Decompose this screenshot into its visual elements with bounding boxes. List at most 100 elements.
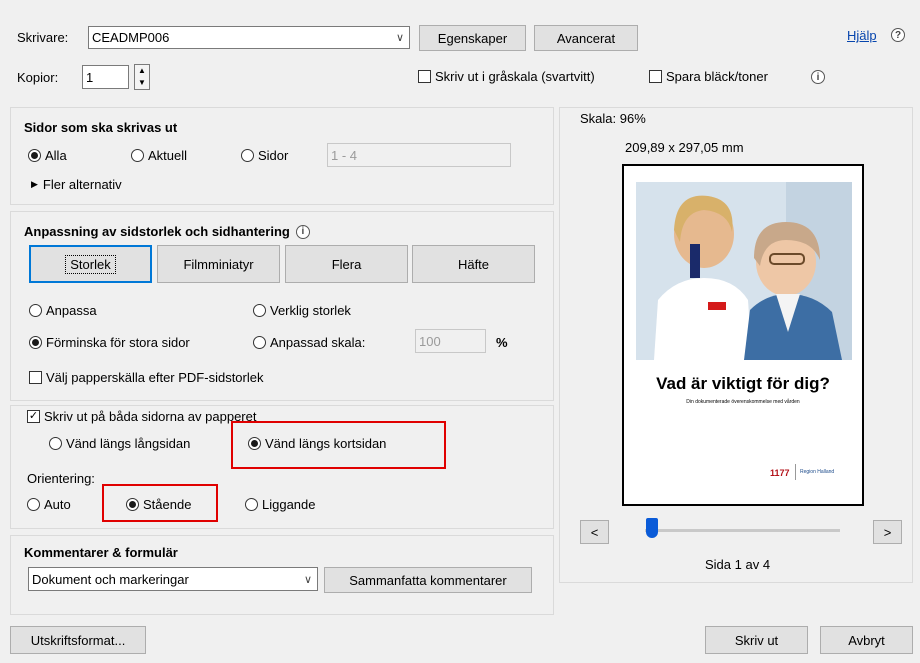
radio-dot[interactable] [131,149,144,162]
radio-dot[interactable] [29,336,42,349]
preview-headline: Vad är viktigt för dig? [656,374,830,393]
comments-value: Dokument och markeringar [32,571,189,587]
duplex-checkbox[interactable]: ✓ Skriv ut på båda sidorna av papperet [27,409,256,424]
preview-photo [636,182,852,360]
preview-dimensions: 209,89 x 297,05 mm [625,140,744,155]
radio-landscape-label: Liggande [262,497,316,512]
page-indicator: Sida 1 av 4 [705,557,771,572]
logo-region: Region Halland [800,469,835,475]
radio-all-label: Alla [45,148,67,163]
page-sizing-title-text: Anpassning av sidstorlek och sidhanterin… [24,224,290,239]
tab-booklet[interactable]: Häfte [412,245,535,283]
radio-all[interactable]: Alla [28,148,67,163]
checkbox-box[interactable] [418,70,431,83]
highlight-box-orientation [102,484,218,522]
comments-select[interactable]: Dokument och markeringar ∨ [28,567,318,591]
paper-source-label: Välj papperskälla efter PDF-sidstorlek [46,370,264,385]
radio-shrink[interactable]: Förminska för stora sidor [29,335,190,350]
properties-button[interactable]: Egenskaper [419,25,526,51]
orientation-label: Orientering: [27,471,95,486]
copies-label: Kopior: [17,70,59,85]
highlight-box-duplex [231,421,446,469]
pages-range-input[interactable]: 1 - 4 [327,143,511,167]
advanced-button[interactable]: Avancerat [534,25,638,51]
percent-label: % [496,335,508,350]
radio-shrink-label: Förminska för stora sidor [46,335,190,350]
radio-dot[interactable] [28,149,41,162]
pages-range-value: 1 - 4 [331,147,358,163]
tab-poster[interactable]: Filmminiatyr [157,245,280,283]
more-options-toggle[interactable]: ▶ Fler alternativ [31,177,122,192]
printer-select[interactable]: CEADMP006 ∨ [88,26,410,49]
tab-size-label: Storlek [65,254,116,274]
page-sizing-title: Anpassning av sidstorlek och sidhanterin… [24,224,310,239]
more-options-label: Fler alternativ [42,177,122,192]
pages-group-title: Sidor som ska skrivas ut [24,120,178,135]
grayscale-label: Skriv ut i gråskala (svartvitt) [435,69,595,84]
preview-page: Vad är viktigt för dig? Din dokumenterad… [622,164,864,506]
custom-scale-value: 100 [419,333,441,349]
radio-actual-label: Verklig storlek [270,303,351,318]
radio-custom-scale[interactable]: Anpassad skala: [253,335,365,350]
save-ink-checkbox[interactable]: Spara bläck/toner [649,69,768,84]
help-icon[interactable]: ? [891,28,905,42]
comments-title: Kommentarer & formulär [24,545,178,560]
radio-dot[interactable] [49,437,62,450]
radio-flip-long[interactable]: Vänd längs långsidan [49,436,190,451]
tab-size[interactable]: Storlek [29,245,152,283]
radio-dot[interactable] [245,498,258,511]
radio-auto[interactable]: Auto [27,497,71,512]
check-icon[interactable]: ✓ [27,410,40,423]
summarize-comments-button[interactable]: Sammanfatta kommentarer [324,567,532,593]
radio-dot[interactable] [29,304,42,317]
radio-current[interactable]: Aktuell [131,148,187,163]
save-ink-label: Spara bläck/toner [666,69,768,84]
stepper-up-icon[interactable]: ▲ [135,65,149,77]
radio-dot[interactable] [27,498,40,511]
page-slider-track[interactable] [645,529,840,532]
radio-fit-label: Anpassa [46,303,97,318]
page-slider-thumb[interactable] [646,518,658,538]
logo-divider [795,464,796,480]
preview-scale: Skala: 96% [580,111,646,126]
checkbox-box[interactable] [29,371,42,384]
info-icon[interactable]: i [811,70,825,84]
photo-illustration [636,182,852,360]
radio-auto-label: Auto [44,497,71,512]
duplex-label: Skriv ut på båda sidorna av papperet [44,409,257,424]
checkbox-box[interactable] [649,70,662,83]
radio-custom-label: Anpassad skala: [270,335,366,350]
chevron-down-icon: ∨ [395,32,405,44]
triangle-right-icon: ▶ [31,179,38,189]
logo-1177: 1177 [770,468,790,478]
grayscale-checkbox[interactable]: Skriv ut i gråskala (svartvitt) [418,69,595,84]
copies-input[interactable]: 1 [82,65,129,89]
preview-subline: Din dokumenterade överenskommelse med vå… [686,399,800,405]
cancel-button[interactable]: Avbryt [820,626,913,654]
radio-pages[interactable]: Sidor [241,148,288,163]
radio-pages-label: Sidor [258,148,289,163]
radio-actual-size[interactable]: Verklig storlek [253,303,351,318]
radio-dot[interactable] [253,336,266,349]
printer-value: CEADMP006 [92,30,170,45]
custom-scale-input[interactable]: 100 [415,329,486,353]
paper-source-checkbox[interactable]: Välj papperskälla efter PDF-sidstorlek [29,370,263,385]
preview-prev-button[interactable]: < [580,520,609,544]
stepper-down-icon[interactable]: ▼ [135,77,149,89]
radio-current-label: Aktuell [148,148,188,163]
help-link[interactable]: Hjälp [847,28,877,43]
info-icon[interactable]: i [295,224,310,239]
preview-next-button[interactable]: > [873,520,902,544]
radio-landscape[interactable]: Liggande [245,497,316,512]
print-button[interactable]: Skriv ut [705,626,808,654]
copies-stepper[interactable]: ▲ ▼ [134,64,150,90]
tab-multiple[interactable]: Flera [285,245,408,283]
copies-value: 1 [86,69,94,85]
printer-label: Skrivare: [17,30,69,45]
radio-dot[interactable] [241,149,254,162]
radio-dot[interactable] [253,304,266,317]
page-setup-button[interactable]: Utskriftsformat... [10,626,146,654]
radio-fit[interactable]: Anpassa [29,303,97,318]
chevron-down-icon: ∨ [303,573,313,586]
flip-long-label: Vänd längs långsidan [66,436,191,451]
